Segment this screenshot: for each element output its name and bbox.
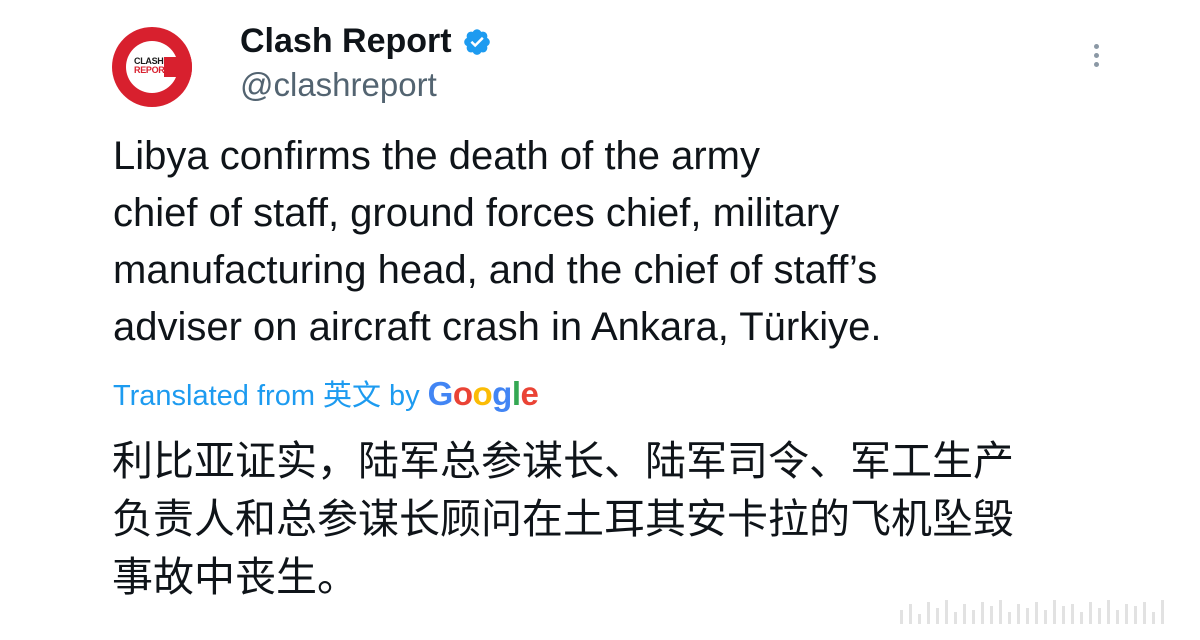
translated-from-link[interactable]: Translated from 英文 by Google bbox=[113, 372, 539, 414]
tweet-text-line: Libya confirms the death of the army bbox=[113, 134, 760, 178]
translated-text-line: 事故中丧生。 bbox=[112, 553, 358, 601]
source-language: 英文 bbox=[323, 380, 382, 412]
translated-text-line: 负责人和总参谋长顾问在土耳其安卡拉的飞机坠毁 bbox=[112, 495, 1014, 543]
tweet-text-line: manufacturing head, and the chief of sta… bbox=[113, 248, 878, 292]
display-name-text[interactable]: Clash Report bbox=[240, 22, 452, 61]
translated-text: 利比亚证实，陆军总参谋长、陆军司令、军工生产 负责人和总参谋长顾问在土耳其安卡拉… bbox=[112, 432, 1172, 606]
author-handle[interactable]: @clashreport bbox=[240, 66, 437, 104]
avatar-logo-line2: REPORT bbox=[134, 65, 170, 75]
watermark bbox=[900, 600, 1190, 632]
google-logo: Google bbox=[427, 375, 539, 412]
more-options-icon[interactable] bbox=[1086, 44, 1106, 74]
verified-badge-icon bbox=[463, 28, 490, 55]
translated-prefix: Translated from bbox=[113, 380, 315, 412]
tweet-card: CLASH REPORT Clash Report @clashreport L… bbox=[0, 0, 1200, 640]
author-display-name[interactable]: Clash Report bbox=[240, 22, 492, 61]
translated-text-line: 利比亚证实，陆军总参谋长、陆军司令、军工生产 bbox=[112, 437, 1014, 485]
translated-by: by bbox=[389, 380, 420, 412]
avatar-logo: CLASH REPORT bbox=[134, 57, 178, 75]
avatar[interactable]: CLASH REPORT bbox=[112, 27, 192, 107]
tweet-text-line: chief of staff, ground forces chief, mil… bbox=[113, 191, 840, 235]
tweet-text-line: adviser on aircraft crash in Ankara, Tür… bbox=[113, 305, 882, 349]
tweet-text: Libya confirms the death of the army chi… bbox=[113, 128, 1173, 356]
